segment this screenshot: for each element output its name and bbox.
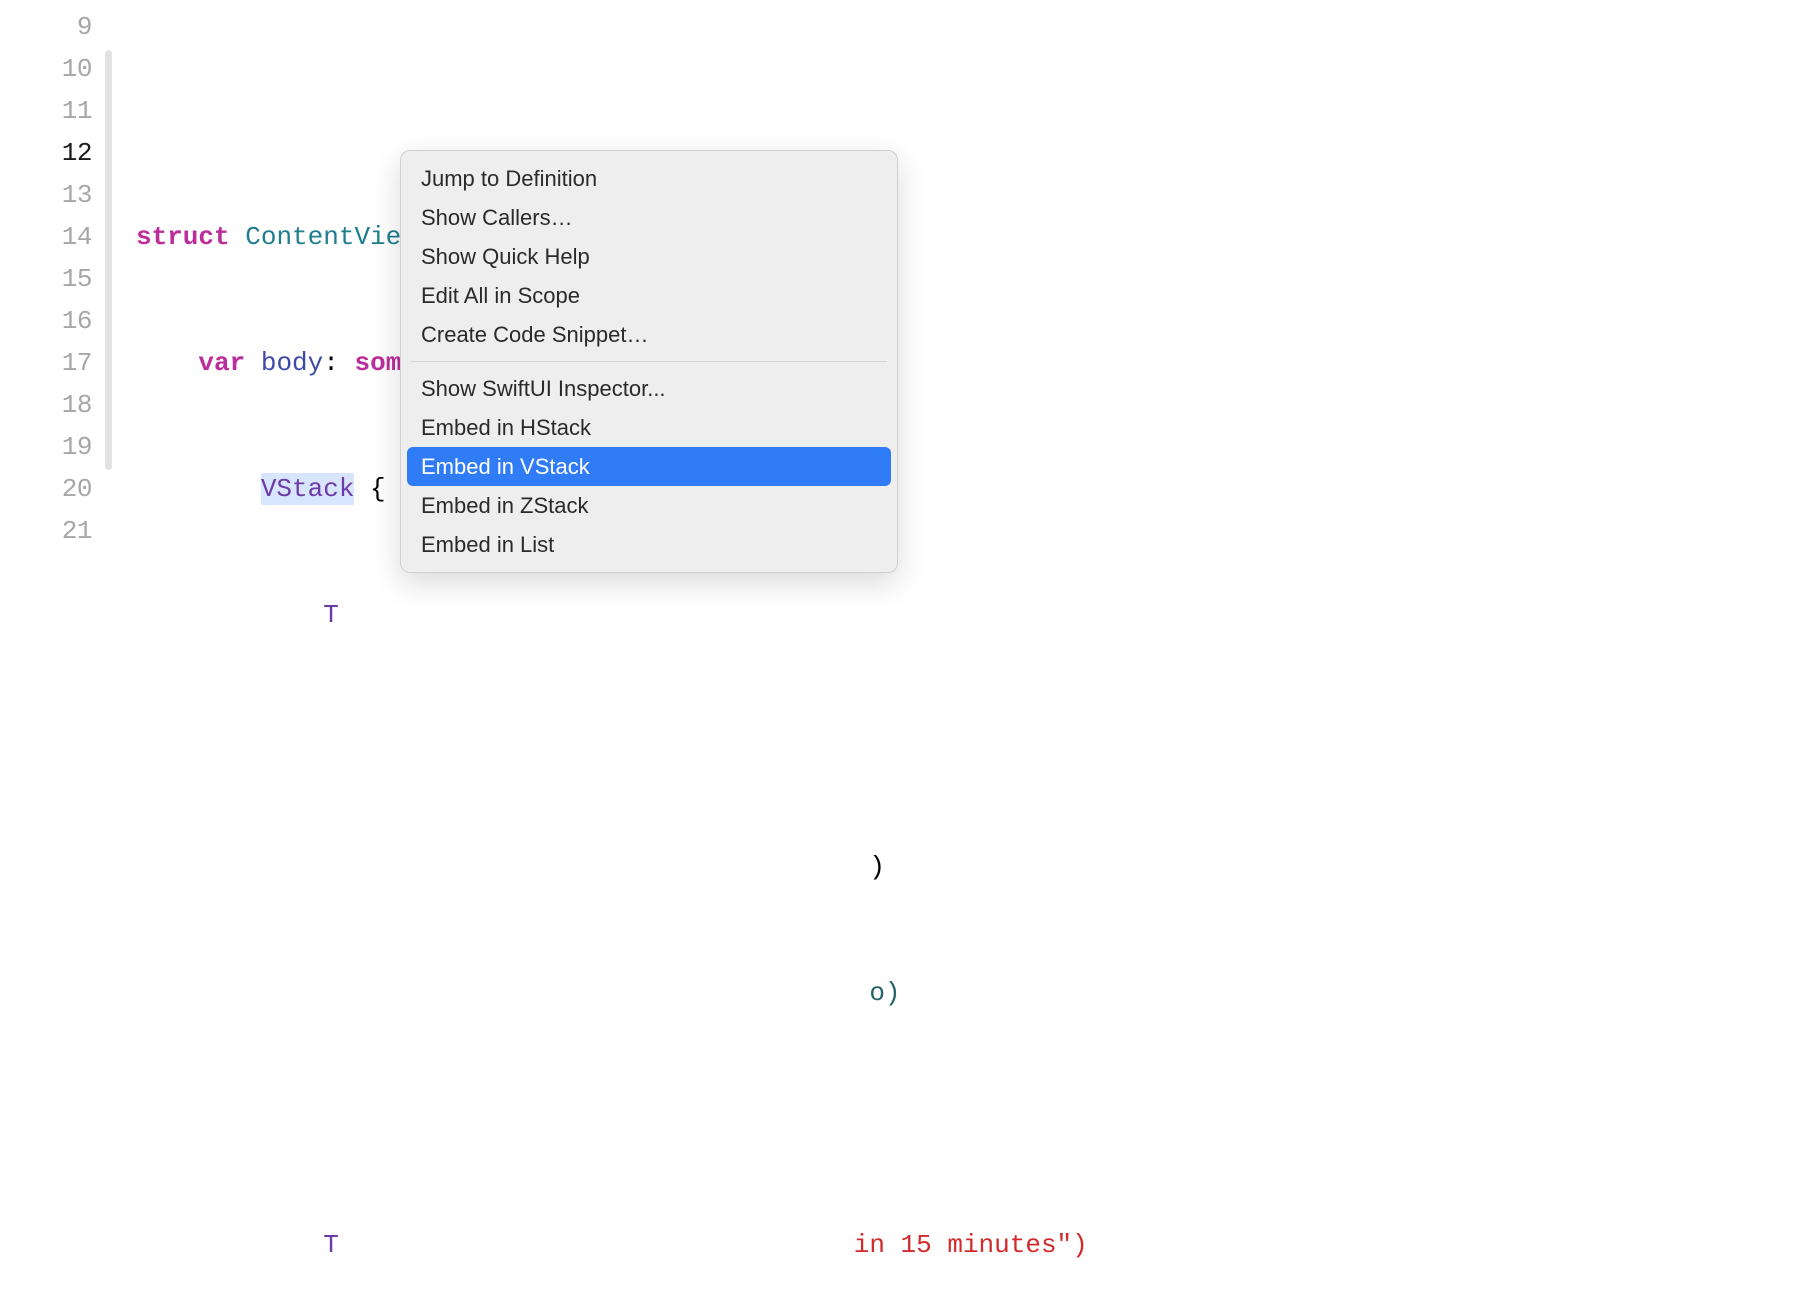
line-number: 10 bbox=[0, 48, 92, 90]
line-number: 16 bbox=[0, 300, 92, 342]
code-line bbox=[136, 1098, 1088, 1140]
menu-item-show-swiftui-inspector[interactable]: Show SwiftUI Inspector... bbox=[401, 369, 897, 408]
line-number: 13 bbox=[0, 174, 92, 216]
code-line bbox=[136, 720, 1088, 762]
menu-item-embed-in-zstack[interactable]: Embed in ZStack bbox=[401, 486, 897, 525]
menu-item-create-code-snippet[interactable]: Create Code Snippet… bbox=[401, 315, 897, 354]
code-line: ) bbox=[136, 846, 1088, 888]
selected-token: VStack bbox=[261, 473, 355, 505]
line-number: 9 bbox=[0, 6, 92, 48]
code-line: o) bbox=[136, 972, 1088, 1014]
code-line bbox=[136, 90, 1088, 132]
menu-separator bbox=[411, 361, 887, 362]
menu-item-edit-all-in-scope[interactable]: Edit All in Scope bbox=[401, 276, 897, 315]
menu-item-embed-in-vstack[interactable]: Embed in VStack bbox=[407, 447, 891, 486]
menu-item-embed-in-hstack[interactable]: Embed in HStack bbox=[401, 408, 897, 447]
line-number: 11 bbox=[0, 90, 92, 132]
code-line: T in 15 minutes") bbox=[136, 1224, 1088, 1266]
menu-item-jump-to-definition[interactable]: Jump to Definition bbox=[401, 159, 897, 198]
line-number: 21 bbox=[0, 510, 92, 552]
line-number: 14 bbox=[0, 216, 92, 258]
menu-item-show-callers[interactable]: Show Callers… bbox=[401, 198, 897, 237]
line-number: 15 bbox=[0, 258, 92, 300]
menu-item-show-quick-help[interactable]: Show Quick Help bbox=[401, 237, 897, 276]
line-number: 20 bbox=[0, 468, 92, 510]
line-number: 19 bbox=[0, 426, 92, 468]
context-menu[interactable]: Jump to Definition Show Callers… Show Qu… bbox=[400, 150, 898, 573]
line-number-gutter: 9 10 11 12 13 14 15 16 17 18 19 20 21 bbox=[0, 6, 100, 1300]
code-line: T bbox=[136, 594, 1088, 636]
menu-item-embed-in-list[interactable]: Embed in List bbox=[401, 525, 897, 564]
change-indicator bbox=[105, 50, 112, 470]
line-number: 17 bbox=[0, 342, 92, 384]
line-number-active: 12 bbox=[0, 132, 92, 174]
line-number: 18 bbox=[0, 384, 92, 426]
